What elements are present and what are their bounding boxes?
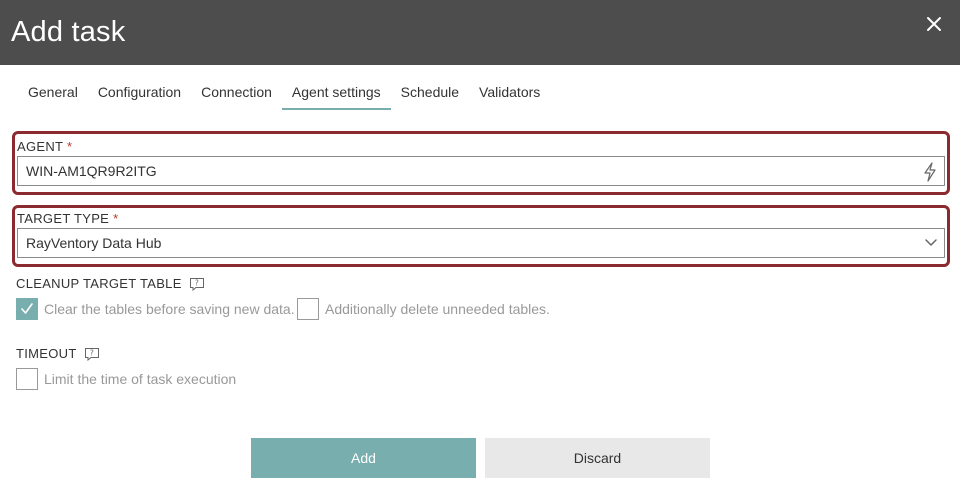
chevron-down-icon: [925, 239, 937, 246]
help-icon[interactable]: ?: [84, 347, 100, 361]
add-button[interactable]: Add: [251, 438, 476, 478]
close-icon: [927, 17, 941, 31]
checkmark-icon: [21, 303, 33, 314]
discard-button[interactable]: Discard: [485, 438, 710, 478]
cleanup-section-label: CLEANUP TARGET TABLE ?: [16, 276, 205, 291]
close-button[interactable]: [924, 14, 944, 34]
required-mark: *: [66, 139, 73, 154]
tab-bar: General Configuration Connection Agent s…: [18, 80, 550, 110]
timeout-section-label: TIMEOUT ?: [16, 346, 100, 361]
target-type-select[interactable]: RayVentory Data Hub: [17, 228, 945, 258]
target-type-label: TARGET TYPE *: [17, 211, 119, 226]
tab-configuration[interactable]: Configuration: [88, 80, 191, 110]
agent-label: AGENT *: [17, 139, 73, 154]
delete-unneeded-checkbox[interactable]: [297, 298, 319, 320]
agent-field-group: AGENT * WIN-AM1QR9R2ITG: [12, 131, 950, 195]
agent-input-value: WIN-AM1QR9R2ITG: [26, 163, 157, 179]
tab-validators[interactable]: Validators: [469, 80, 550, 110]
help-icon[interactable]: ?: [189, 277, 205, 291]
required-mark: *: [113, 211, 119, 226]
svg-text:?: ?: [89, 348, 93, 357]
agent-input[interactable]: WIN-AM1QR9R2ITG: [17, 156, 945, 186]
target-type-select-value: RayVentory Data Hub: [26, 235, 162, 251]
tab-connection[interactable]: Connection: [191, 80, 282, 110]
tab-schedule[interactable]: Schedule: [391, 80, 469, 110]
clear-tables-label: Clear the tables before saving new data.: [44, 301, 295, 317]
target-type-field-group: TARGET TYPE * RayVentory Data Hub: [12, 205, 950, 267]
clear-tables-checkbox[interactable]: [16, 298, 38, 320]
dialog-header: Add task: [0, 0, 960, 65]
limit-time-checkbox[interactable]: [16, 368, 38, 390]
delete-unneeded-label: Additionally delete unneeded tables.: [325, 301, 550, 317]
tab-agent-settings[interactable]: Agent settings: [281, 80, 391, 110]
limit-time-label: Limit the time of task execution: [44, 371, 237, 387]
tab-general[interactable]: General: [18, 80, 88, 110]
dialog-title: Add task: [11, 16, 126, 48]
svg-text:?: ?: [195, 278, 199, 287]
lightning-icon[interactable]: [922, 162, 938, 182]
